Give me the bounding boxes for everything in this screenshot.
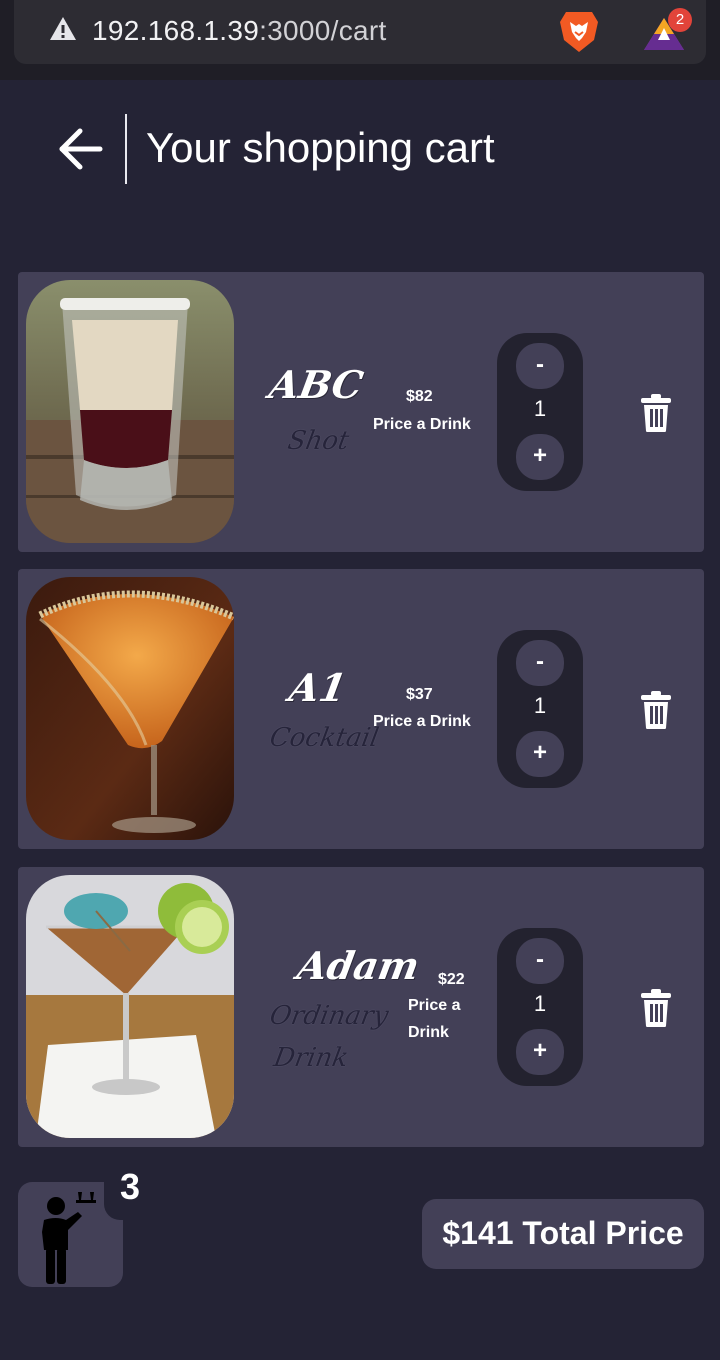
price-label: Drink [408, 1024, 449, 1041]
quantity-stepper: - 1 + [497, 928, 583, 1086]
price-label: Price a Drink [373, 416, 471, 433]
back-arrow-icon[interactable] [56, 126, 106, 172]
increment-button[interactable]: + [516, 434, 564, 480]
drink-category: Cocktail [267, 723, 382, 753]
total-price: $141 Total Price [422, 1199, 704, 1269]
price-label: Price a Drink [373, 713, 471, 730]
drink-category: Drink [271, 1043, 351, 1073]
decrement-button[interactable]: - [516, 640, 564, 686]
decrement-button[interactable]: - [516, 343, 564, 389]
increment-button[interactable]: + [516, 1029, 564, 1075]
trash-icon[interactable] [640, 988, 672, 1028]
drink-name: ABC [266, 362, 367, 407]
decrement-button[interactable]: - [516, 938, 564, 984]
drink-price: $22 [438, 971, 465, 988]
quantity-value: 1 [533, 396, 547, 421]
cart-item-card: ABC Shot $82 Price a Drink - 1 + [18, 272, 704, 552]
drink-category: Ordinary [267, 1001, 391, 1031]
address-bar[interactable]: 192.168.1.39:3000/cart [14, 0, 706, 64]
url-text[interactable]: 192.168.1.39:3000/cart [92, 14, 387, 48]
drink-price: $37 [406, 686, 433, 703]
drink-name: A1 [286, 665, 350, 710]
header-divider [125, 114, 127, 184]
quantity-value: 1 [533, 991, 547, 1016]
url-path: :3000/cart [259, 15, 387, 46]
trash-icon[interactable] [640, 690, 672, 730]
cart-item-card: A1 Cocktail $37 Price a Drink - 1 + [18, 569, 704, 849]
browser-bar: 192.168.1.39:3000/cart 2 [0, 0, 720, 80]
drink-price: $82 [406, 388, 433, 405]
cart-count: 3 [120, 1166, 141, 1207]
increment-button[interactable]: + [516, 731, 564, 777]
drink-category: Shot [285, 426, 352, 456]
waiter-icon [42, 1192, 96, 1284]
drink-image [26, 875, 234, 1138]
warning-icon[interactable] [48, 14, 78, 44]
drink-image [26, 280, 234, 543]
quantity-stepper: - 1 + [497, 333, 583, 491]
price-label: Price a [408, 997, 461, 1014]
url-host: 192.168.1.39 [92, 15, 260, 46]
drink-image [26, 577, 234, 840]
quantity-value: 1 [533, 693, 547, 718]
brave-lion-icon[interactable] [558, 8, 600, 54]
drink-name: Adam [294, 943, 423, 988]
quantity-stepper: - 1 + [497, 630, 583, 788]
cart-item-card: Adam Ordinary Drink $22 Price a Drink - … [18, 867, 704, 1147]
trash-icon[interactable] [640, 393, 672, 433]
rewards-badge: 2 [668, 8, 692, 32]
page-title: Your shopping cart [146, 124, 495, 171]
